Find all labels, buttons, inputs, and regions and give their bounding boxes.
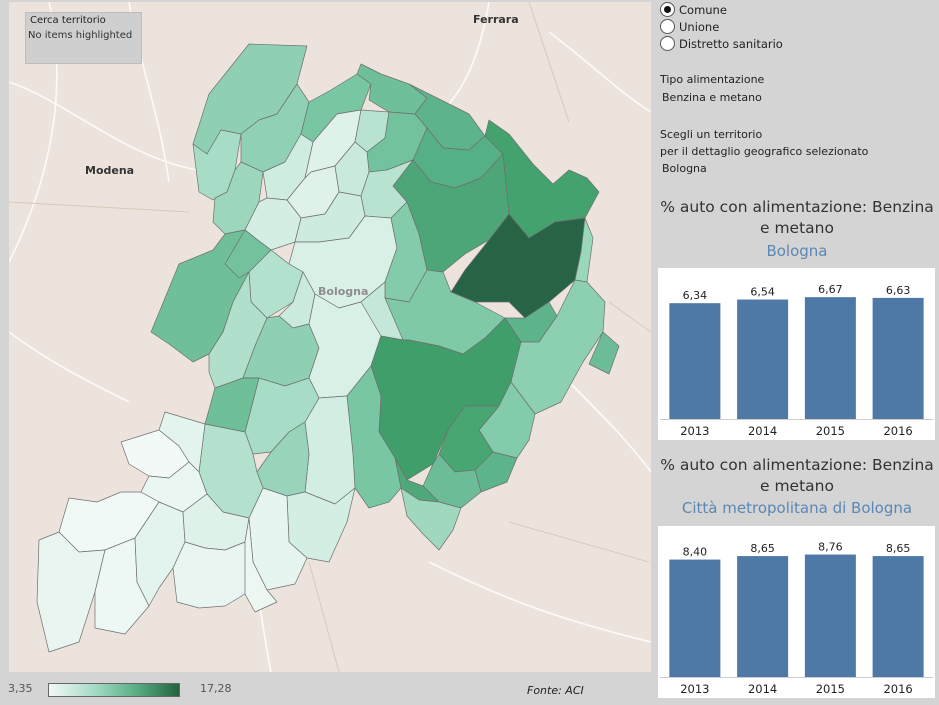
territory-filter-title-1: Scegli un territorio [660,128,763,141]
radio-label: Unione [679,20,720,34]
chart2-title: % auto con alimentazione: Benzina e meta… [655,455,939,497]
chart1-bar-2014[interactable] [737,299,789,419]
chart2-container: 8,40 2013 8,65 2014 8,76 2015 8,65 2016 [658,526,935,698]
radio-unione[interactable]: Unione [660,19,719,34]
chart1-title-line1: % auto con alimentazione: Benzina [660,198,934,216]
chart2-data-label: 8,76 [818,541,843,554]
legend-min: 3,35 [8,682,33,695]
map-svg[interactable] [9,2,651,672]
search-title: Cerca territorio [30,15,106,26]
chart1-bar-2013[interactable] [669,303,721,419]
chart2-tick-label: 2016 [883,682,912,696]
chart1-title-line2: e metano [760,219,834,237]
chart1-tick-label: 2013 [680,424,709,438]
source-note: Fonte: ACI [527,684,584,697]
chart1-bar-2016[interactable] [872,297,924,419]
chart1-bar-2015[interactable] [804,297,856,419]
chart2-data-label: 8,65 [886,542,911,555]
chart2-svg: 8,40 2013 8,65 2014 8,76 2015 8,65 2016 [660,541,933,696]
territory-filter-title-2: per il dettaglio geografico selezionato [660,145,869,158]
chart2-bar-2015[interactable] [804,554,856,677]
chart2-bar-2016[interactable] [872,556,924,677]
city-label-bologna: Bologna [318,285,369,298]
radio-selected-icon[interactable] [660,2,675,17]
choropleth-map[interactable]: Cerca territorio No items highlighted Fe… [9,2,651,672]
chart1-data-label: 6,34 [683,289,708,302]
chart1-data-label: 6,54 [750,286,775,299]
chart1-svg: 6,34 2013 6,54 2014 6,67 2015 6,63 2016 [660,283,933,438]
chart2-tick-label: 2015 [816,682,845,696]
city-label-modena: Modena [85,164,135,177]
chart1-title: % auto con alimentazione: Benzina e meta… [655,197,939,239]
chart2-subtitle: Città metropolitana di Bologna [681,499,913,517]
radio-distretto-sanitario[interactable]: Distretto sanitario [660,36,783,51]
chart2-tick-label: 2013 [680,682,709,696]
search-territory-box[interactable]: Cerca territorio No items highlighted [25,12,142,64]
chart2-data-label: 8,65 [750,542,775,555]
chart1-container: 6,34 2013 6,54 2014 6,67 2015 6,63 2016 [658,268,935,440]
color-legend: 3,35 17,28 Fonte: ACI [0,678,650,702]
city-label-ferrara: Ferrara [473,13,519,26]
fuel-filter-title: Tipo alimentazione [660,73,765,86]
radio-unselected-icon[interactable] [660,19,675,34]
municipalities [36,43,620,653]
search-status: No items highlighted [28,30,133,41]
chart2-bar-2013[interactable] [669,559,721,677]
radio-label: Distretto sanitario [679,37,783,51]
chart1-data-label: 6,63 [886,284,911,297]
chart1-subtitle: Bologna [766,242,828,260]
chart1-tick-label: 2014 [748,424,777,438]
fuel-filter-value[interactable]: Benzina e metano [662,91,762,104]
chart2-title-line2: e metano [760,477,834,495]
municipality[interactable] [172,541,254,609]
chart1-data-label: 6,67 [818,283,843,296]
chart2-bar-2014[interactable] [737,556,789,677]
territory-filter-value[interactable]: Bologna [662,162,707,175]
legend-gradient [48,683,180,697]
chart1-tick-label: 2015 [816,424,845,438]
municipality[interactable] [304,395,356,505]
legend-max: 17,28 [200,682,232,695]
chart2-tick-label: 2014 [748,682,777,696]
chart2-title-line1: % auto con alimentazione: Benzina [660,456,934,474]
radio-comune[interactable]: Comune [660,2,727,17]
chart2-data-label: 8,40 [683,546,708,559]
radio-unselected-icon[interactable] [660,36,675,51]
chart1-tick-label: 2016 [883,424,912,438]
radio-label: Comune [679,3,727,17]
